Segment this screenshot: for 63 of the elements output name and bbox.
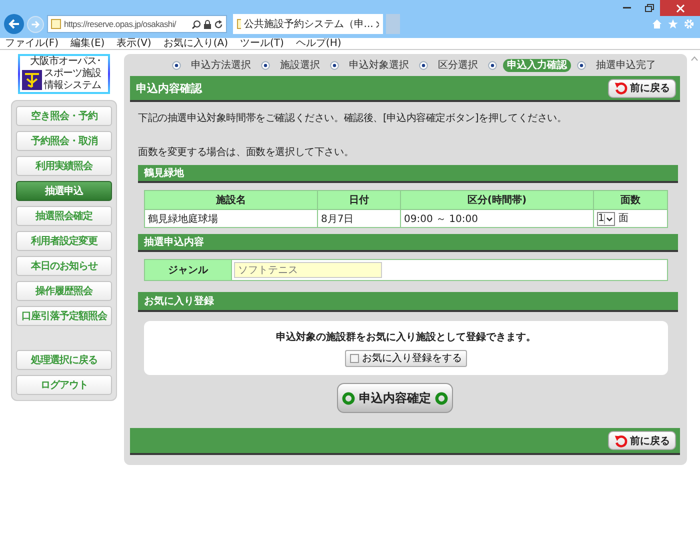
ring-icon <box>435 392 448 404</box>
back-button[interactable]: 前に戻る <box>608 431 676 450</box>
right-arrow-icon <box>31 20 40 28</box>
search-icon[interactable] <box>192 20 201 28</box>
emblem-icon <box>22 70 42 90</box>
undo-arrow-icon <box>614 434 628 448</box>
table-cell: 鶴見緑地庭球場 <box>144 210 318 228</box>
browser-tab[interactable]: 公共施設予約システム（申... <box>233 14 383 34</box>
ring-icon <box>342 392 355 404</box>
undo-arrow-icon <box>614 81 628 95</box>
section-title: 抽選申込内容 <box>144 235 204 249</box>
step-label: 申込入力確認 <box>503 58 571 72</box>
column-header: 日付 <box>318 190 400 210</box>
logo-text: スポーツ施設 <box>44 68 101 80</box>
step-bullet-icon <box>172 60 181 70</box>
table-cell: 09:00 ～ 10:00 <box>400 210 594 228</box>
instruction-text: 下記の抽選申込対象時間帯をご確認ください。確認後、[申込内容確定ボタン]を押してください。 <box>138 112 568 125</box>
menu-item[interactable]: ツール(T) <box>240 38 284 49</box>
checkbox[interactable] <box>350 354 359 362</box>
column-header: 面数 <box>594 190 668 210</box>
menu-item[interactable]: 編集(E) <box>70 38 105 49</box>
step-label: 区分選択 <box>437 59 479 72</box>
back-button[interactable]: 前に戻る <box>608 78 676 98</box>
step-bullet-icon <box>261 60 270 70</box>
menu-item[interactable]: 表示(V) <box>116 38 152 49</box>
lock-icon <box>204 20 211 28</box>
menu-item[interactable]: お気に入り(A) <box>163 38 228 49</box>
page-title: 申込内容確認 <box>136 80 202 96</box>
address-bar[interactable]: https://reserve.opas.jp/osakashi/ <box>47 15 227 33</box>
section-title: お気に入り登録 <box>144 294 214 308</box>
back-button[interactable] <box>4 14 24 34</box>
section-title: 鶴見緑地 <box>144 166 184 180</box>
step-label: 抽選申込完了 <box>595 58 657 72</box>
step-label: 申込対象選択 <box>348 58 410 72</box>
step-bullet-icon <box>488 60 497 70</box>
genre-field: ソフトテニス <box>234 262 382 278</box>
favorite-checkbox-button[interactable]: お気に入り登録をする <box>345 350 467 366</box>
scroll-up-icon[interactable] <box>690 56 698 61</box>
step-label: 申込方法選択 <box>190 58 252 72</box>
logo-text: 大阪市オーパス･ <box>30 56 101 68</box>
step-label: 施設選択 <box>279 58 321 72</box>
menu-item[interactable]: ファイル(F) <box>5 38 59 49</box>
genre-label: ジャンル <box>145 260 232 280</box>
refresh-icon[interactable] <box>214 20 223 28</box>
logo-text: 情報システム <box>44 80 101 92</box>
favorites-message: 申込対象の施設群をお気に入り施設として登録できます。 <box>276 330 536 344</box>
column-header: 区分(時間帯) <box>400 190 594 210</box>
restore-icon[interactable] <box>644 4 654 12</box>
menu-item[interactable]: ヘルプ(H) <box>296 38 342 49</box>
instruction-text: 面数を変更する場合は、面数を選択して下さい。 <box>138 146 355 159</box>
unit-label: 面 <box>618 213 629 224</box>
caret-icon <box>604 214 614 224</box>
court-count-select[interactable]: 1 <box>597 212 616 226</box>
column-header: 施設名 <box>144 190 318 210</box>
table-cell: 8月7日 <box>318 210 400 228</box>
step-bullet-icon <box>419 60 428 70</box>
confirm-button[interactable]: 申込内容確定 <box>337 383 453 413</box>
step-bullet-icon <box>330 60 339 70</box>
minimize-icon[interactable] <box>623 7 631 9</box>
left-arrow-icon <box>8 18 20 30</box>
star-icon[interactable] <box>668 19 678 29</box>
sidebar-item[interactable]: 抽選申込 <box>16 181 112 201</box>
step-bullet-icon <box>577 60 586 70</box>
